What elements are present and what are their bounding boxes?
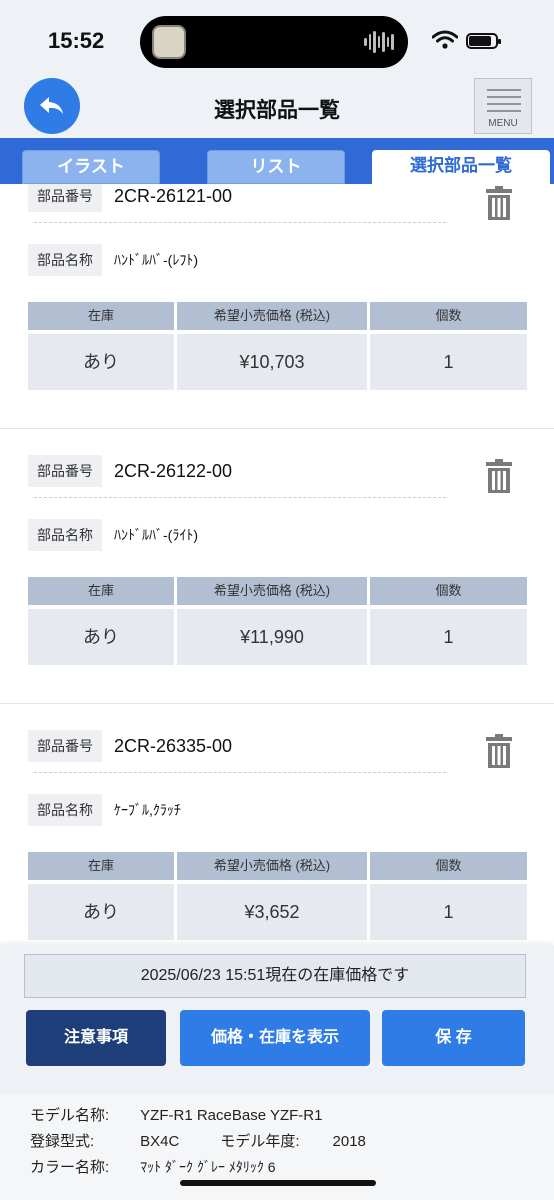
color-name: ﾏｯﾄ ﾀﾞｰｸ ｸﾞﾚｰ ﾒﾀﾘｯｸ 6 — [140, 1159, 276, 1175]
col-qty-header: 個数 — [370, 852, 527, 880]
tab-list[interactable]: リスト — [207, 150, 345, 184]
hamburger-icon — [487, 89, 521, 91]
model-name-row: モデル名称: YZF-R1 RaceBase YZF-R1 — [30, 1107, 323, 1124]
col-price-header: 希望小売価格 (税込) — [177, 577, 367, 605]
battery-icon — [466, 33, 501, 49]
part-card: 部品番号 2CR-26122-00 部品名称 ﾊﾝﾄﾞﾙﾊﾞ-(ﾗｲﾄ) 在庫 … — [0, 429, 554, 704]
model-year: 2018 — [332, 1133, 366, 1150]
col-price-header: 希望小売価格 (税込) — [177, 852, 367, 880]
divider — [34, 497, 446, 498]
registration-type: BX4C — [140, 1133, 180, 1150]
part-number-label: 部品番号 — [28, 455, 102, 487]
part-name-label: 部品名称 — [28, 794, 102, 826]
page-title: 選択部品一覧 — [214, 99, 340, 122]
audio-waveform-icon — [364, 30, 395, 54]
part-number: 2CR-26122-00 — [114, 461, 233, 481]
delete-trash-icon[interactable] — [486, 186, 512, 220]
wifi-icon — [432, 30, 458, 49]
divider — [34, 222, 446, 223]
status-time: 15:52 — [48, 28, 105, 53]
parts-list[interactable]: 部品番号 2CR-26121-00 部品名称 ﾊﾝﾄﾞﾙﾊﾞ-(ﾚﾌﾄ) 在庫 … — [0, 184, 554, 946]
menu-button[interactable]: MENU — [474, 78, 532, 134]
qty-value[interactable]: 1 — [370, 609, 527, 665]
part-name: ﾊﾝﾄﾞﾙﾊﾞ-(ﾚﾌﾄ) — [114, 252, 198, 268]
color-row: カラー名称: ﾏｯﾄ ﾀﾞｰｸ ｸﾞﾚｰ ﾒﾀﾘｯｸ 6 — [30, 1159, 276, 1176]
part-number-label: 部品番号 — [28, 184, 102, 212]
part-number: 2CR-26121-00 — [114, 186, 233, 206]
stock-timestamp-note: 2025/06/23 15:51現在の在庫価格です — [24, 954, 526, 998]
col-stock-header: 在庫 — [28, 577, 174, 605]
stock-value: あり — [28, 884, 174, 940]
stock-value: あり — [28, 609, 174, 665]
stock-value: あり — [28, 334, 174, 390]
delete-trash-icon[interactable] — [486, 459, 512, 493]
price-value: ¥10,703 — [177, 334, 367, 390]
col-qty-header: 個数 — [370, 302, 527, 330]
tab-selected-parts[interactable]: 選択部品一覧 — [372, 150, 550, 184]
part-card: 部品番号 2CR-26121-00 部品名称 ﾊﾝﾄﾞﾙﾊﾞ-(ﾚﾌﾄ) 在庫 … — [0, 184, 554, 429]
now-playing-artwork — [152, 25, 186, 59]
part-name: ﾊﾝﾄﾞﾙﾊﾞ-(ﾗｲﾄ) — [114, 527, 198, 543]
menu-label: MENU — [488, 118, 518, 129]
bottom-panel: 2025/06/23 15:51現在の在庫価格です 注意事項 価格・在庫を表示 … — [0, 946, 554, 1200]
notes-button[interactable]: 注意事項 — [26, 1010, 166, 1066]
tab-bar: イラスト リスト 選択部品一覧 — [0, 138, 554, 184]
qty-value[interactable]: 1 — [370, 884, 527, 940]
col-stock-header: 在庫 — [28, 852, 174, 880]
registration-row: 登録型式: BX4C モデル年度: 2018 — [30, 1133, 366, 1150]
part-number: 2CR-26335-00 — [114, 736, 233, 756]
col-qty-header: 個数 — [370, 577, 527, 605]
col-price-header: 希望小売価格 (税込) — [177, 302, 367, 330]
part-name: ｹｰﾌﾞﾙ,ｸﾗｯﾁ — [114, 802, 181, 818]
price-value: ¥11,990 — [177, 609, 367, 665]
price-value: ¥3,652 — [177, 884, 367, 940]
divider — [34, 772, 446, 773]
part-number-label: 部品番号 — [28, 730, 102, 762]
show-price-stock-button[interactable]: 価格・在庫を表示 — [180, 1010, 370, 1066]
qty-value[interactable]: 1 — [370, 334, 527, 390]
save-button[interactable]: 保 存 — [382, 1010, 525, 1066]
dynamic-island — [140, 16, 408, 68]
part-name-label: 部品名称 — [28, 244, 102, 276]
part-card: 部品番号 2CR-26335-00 部品名称 ｹｰﾌﾞﾙ,ｸﾗｯﾁ 在庫 希望小… — [0, 704, 554, 946]
tab-illustration[interactable]: イラスト — [22, 150, 160, 184]
col-stock-header: 在庫 — [28, 302, 174, 330]
delete-trash-icon[interactable] — [486, 734, 512, 768]
model-name: YZF-R1 RaceBase YZF-R1 — [140, 1107, 323, 1124]
part-name-label: 部品名称 — [28, 519, 102, 551]
status-bar: 15:52 — [0, 0, 554, 78]
home-indicator[interactable] — [180, 1180, 376, 1186]
app-header: 選択部品一覧 MENU — [0, 78, 554, 138]
